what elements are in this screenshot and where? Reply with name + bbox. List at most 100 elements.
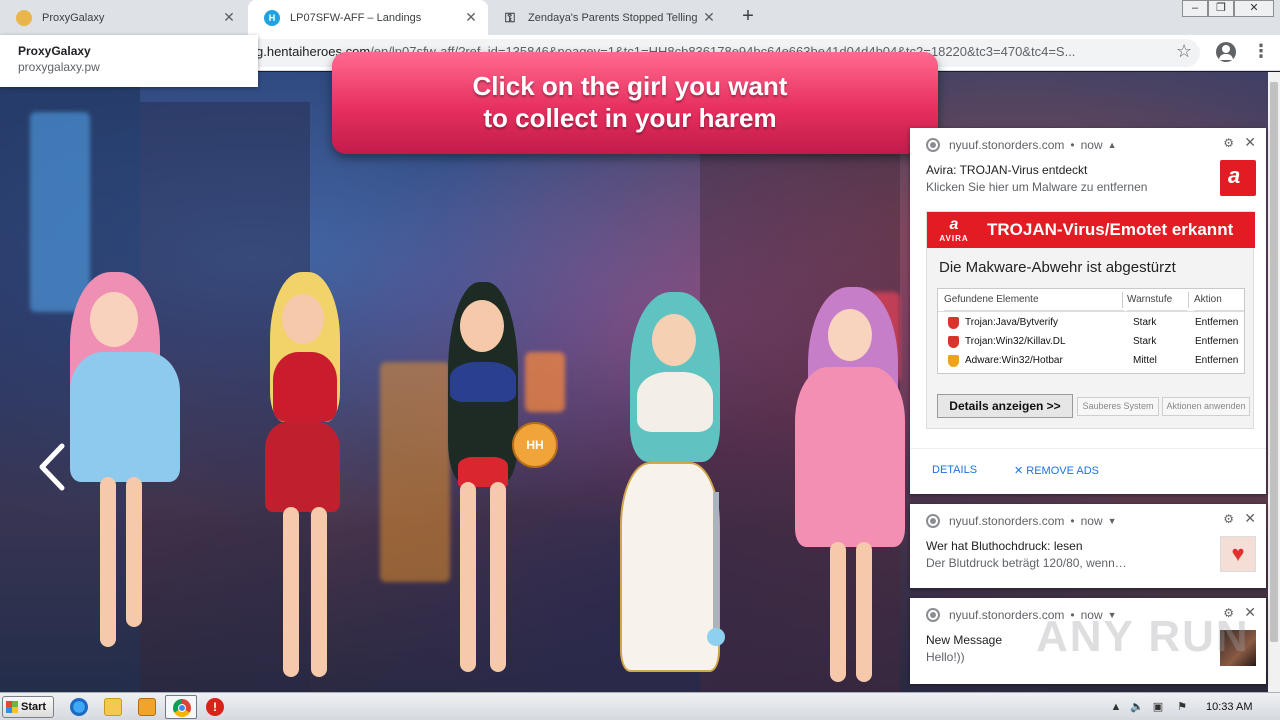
tab-zendaya[interactable]: ⚿ Zendaya's Parents Stopped Telling H ✕ xyxy=(486,0,726,35)
chrome-icon xyxy=(926,138,940,152)
character-skirt xyxy=(265,422,340,512)
clock[interactable]: 10:33 AM xyxy=(1206,701,1252,713)
notification-title: New Message xyxy=(926,633,1003,647)
start-button[interactable]: Start xyxy=(2,696,54,718)
close-icon[interactable]: ✕ xyxy=(702,10,716,24)
flag-icon[interactable]: ⚑ xyxy=(1176,701,1188,713)
chevron-up-icon[interactable]: ▲ xyxy=(1108,140,1117,150)
notification-avira[interactable]: nyuuf.stonorders.com • now ▲ ⚙ ✕ Avira: … xyxy=(910,128,1266,494)
avira-alert-heading: TROJAN-Virus/Emotet erkannt xyxy=(987,220,1234,239)
character-blonde[interactable] xyxy=(255,272,355,692)
media-player-icon[interactable] xyxy=(138,698,156,716)
avira-fake-alert-image: a AVIRA TROJAN-Virus/Emotet erkannt Die … xyxy=(926,211,1255,429)
character-leg xyxy=(490,482,506,672)
proxygalaxy-favicon-icon xyxy=(16,9,32,26)
maximize-button[interactable]: ❐ xyxy=(1208,0,1234,17)
character-leg xyxy=(856,542,872,682)
threat-name: Trojan:Win32/Killav.DL xyxy=(965,336,1066,347)
basketball-icon: HH xyxy=(512,422,558,468)
profile-icon[interactable] xyxy=(1216,42,1236,62)
shield-icon xyxy=(948,336,959,348)
table-header-divider xyxy=(938,311,1244,312)
page-scrollbar[interactable] xyxy=(1268,72,1280,692)
character-dress xyxy=(70,352,180,482)
chevron-up-icon[interactable]: ▲ xyxy=(1110,701,1122,713)
tab-tooltip: ProxyGalaxy proxygalaxy.pw xyxy=(0,35,258,87)
warning-icon[interactable]: ! xyxy=(206,698,224,716)
threat-level: Stark xyxy=(1133,336,1157,347)
table-row: Trojan:Java/Bytverify Stark Entfernen xyxy=(938,314,1244,333)
chrome-icon xyxy=(173,699,191,717)
character-head xyxy=(828,309,872,361)
folder-icon[interactable] xyxy=(104,698,122,716)
avira-logo-icon: a xyxy=(1220,160,1256,196)
character-leg xyxy=(283,507,299,677)
character-pink-dress[interactable] xyxy=(790,287,910,687)
close-icon[interactable]: ✕ xyxy=(1244,134,1256,151)
chrome-taskbar-button[interactable] xyxy=(165,695,197,719)
character-pink-bunny[interactable] xyxy=(50,272,190,672)
column-divider xyxy=(1122,292,1123,308)
column-header: Gefundene Elemente xyxy=(944,289,1124,311)
key-icon: ⚿ xyxy=(505,9,515,25)
threat-name: Trojan:Java/Bytverify xyxy=(965,317,1058,328)
window-close-button[interactable]: ✕ xyxy=(1234,0,1274,17)
network-icon[interactable]: ▣ xyxy=(1152,701,1164,713)
threat-name: Adware:Win32/Hotbar xyxy=(965,355,1063,366)
tooltip-domain: proxygalaxy.pw xyxy=(18,60,100,74)
bookmark-star-icon[interactable]: ☆ xyxy=(1176,41,1192,62)
anyrun-watermark: ANY RUN xyxy=(1036,612,1250,661)
column-header: Aktion xyxy=(1194,289,1244,311)
close-icon[interactable]: ✕ xyxy=(222,10,236,24)
start-label: Start xyxy=(21,701,47,713)
tab-landings[interactable]: H LP07SFW-AFF – Landings ✕ xyxy=(248,0,488,35)
scrollbar-thumb[interactable] xyxy=(1270,82,1278,642)
separator-dot: • xyxy=(1070,514,1075,528)
shield-icon xyxy=(948,355,959,367)
close-icon[interactable]: ✕ xyxy=(464,10,478,24)
gear-icon[interactable]: ⚙ xyxy=(1223,512,1234,526)
shield-icon xyxy=(948,317,959,329)
threat-action: Entfernen xyxy=(1195,355,1239,366)
tab-title: ProxyGalaxy xyxy=(42,11,105,24)
tab-title: Zendaya's Parents Stopped Telling H xyxy=(528,11,698,24)
threat-action: Entfernen xyxy=(1195,317,1239,328)
windows-taskbar: Start ! ▲ 🔈 ▣ ⚑ 10:33 AM xyxy=(0,692,1280,720)
banner-text: Click on the girl you want to collect in… xyxy=(472,71,788,133)
character-flag-bikini[interactable]: HH xyxy=(420,282,558,682)
avira-alert-header: a AVIRA TROJAN-Virus/Emotet erkannt xyxy=(927,212,1255,248)
separator-dot: • xyxy=(1070,138,1075,152)
notification-source: nyuuf.stonorders.com xyxy=(949,138,1065,152)
windows-flag-icon xyxy=(6,701,18,713)
gear-icon[interactable]: ⚙ xyxy=(1223,136,1234,150)
character-top xyxy=(273,352,337,422)
internet-explorer-icon[interactable] xyxy=(70,698,88,716)
clean-system-button: Sauberes System xyxy=(1077,397,1159,416)
menu-icon[interactable]: ⋮ xyxy=(1252,42,1270,60)
character-top xyxy=(637,372,713,432)
hentaiheroes-favicon-icon: H xyxy=(264,9,280,26)
character-leg xyxy=(460,482,476,672)
character-leg xyxy=(311,507,327,677)
close-icon[interactable]: ✕ xyxy=(1244,510,1256,527)
new-tab-button[interactable]: + xyxy=(738,6,758,27)
notification-blood-pressure[interactable]: nyuuf.stonorders.com • now ▼ ⚙ ✕ Wer hat… xyxy=(910,504,1266,588)
notification-time: now xyxy=(1080,138,1103,152)
staff-icon xyxy=(713,492,719,632)
notification-header: nyuuf.stonorders.com • now ▲ xyxy=(926,138,1117,152)
column-header: Warnstufe xyxy=(1127,289,1187,311)
previous-arrow-icon[interactable] xyxy=(34,442,70,492)
tab-proxygalaxy[interactable]: ProxyGalaxy ✕ xyxy=(0,0,246,35)
remove-ads-label: REMOVE ADS xyxy=(1026,465,1100,477)
threat-table: Gefundene Elemente Warnstufe Aktion Troj… xyxy=(937,288,1245,374)
details-link[interactable]: DETAILS xyxy=(932,464,977,476)
remove-ads-link[interactable]: ✕ REMOVE ADS xyxy=(1014,464,1099,477)
character-leg xyxy=(830,542,846,682)
chevron-down-icon[interactable]: ▼ xyxy=(1108,516,1117,526)
volume-icon[interactable]: 🔈 xyxy=(1130,701,1144,713)
character-teal-robe[interactable] xyxy=(615,292,735,692)
minimize-button[interactable]: – xyxy=(1182,0,1208,17)
character-bikini-top xyxy=(450,362,516,402)
apply-actions-button: Aktionen anwenden xyxy=(1162,397,1250,416)
threat-level: Mittel xyxy=(1133,355,1157,366)
